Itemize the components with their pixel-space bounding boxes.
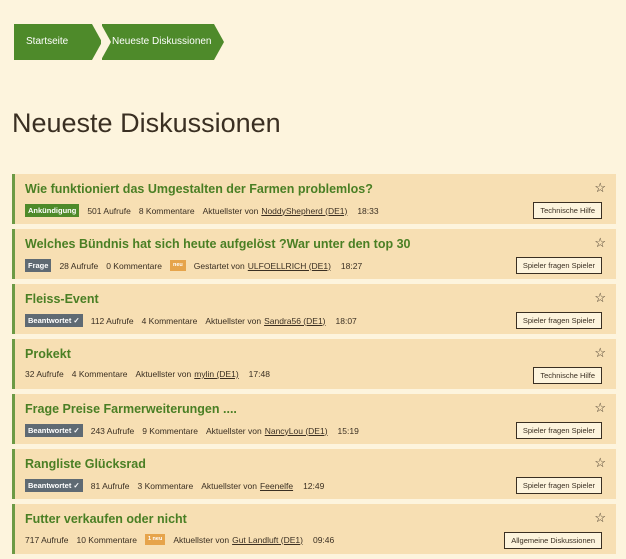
timestamp: 18:33 [357,205,379,216]
timestamp: 15:19 [337,425,359,436]
discussion-meta: 717 Aufrufe 10 Kommentare 1 neu Aktuells… [25,534,342,545]
view-count: 28 Aufrufe [59,260,99,271]
user-link[interactable]: NancyLou (DE1) [265,426,328,436]
comment-count: 3 Kommentare [137,480,194,491]
discussion-meta: 32 Aufrufe 4 Kommentare Aktuellster von … [25,369,278,379]
discussion-list: Wie funktioniert das Umgestalten der Far… [12,174,616,559]
star-outline-icon[interactable]: ☆ [594,180,606,196]
discussion-item: Fleiss-Event ☆ Beantwortet ✓ 112 Aufrufe… [12,284,616,334]
view-count: 112 Aufrufe [90,315,134,326]
breadcrumb-current: Neueste Diskussionen [101,24,224,60]
discussion-title-link[interactable]: Welches Bündnis hat sich heute aufgelöst… [25,237,410,251]
discussion-item: Prokekt ☆ 32 Aufrufe 4 Kommentare Aktuel… [12,339,616,389]
comment-count: 10 Kommentare [76,534,137,545]
comment-count: 0 Kommentare [106,260,162,271]
category-button[interactable]: Technische Hilfe [533,367,602,384]
discussion-item: Wie funktioniert das Umgestalten der Far… [12,174,616,224]
discussion-meta: Ankündigung 501 Aufrufe 8 Kommentare Akt… [25,204,387,217]
user-link[interactable]: Gut Landluft (DE1) [232,535,303,545]
timestamp: 18:07 [335,315,357,326]
user-link[interactable]: mylin (DE1) [194,369,238,379]
status-badge: Frage [25,259,52,272]
last-action-label: Aktuellster von [173,534,230,545]
timestamp: 12:49 [303,480,325,491]
discussion-meta: Beantwortet ✓ 81 Aufrufe 3 Kommentare Ak… [25,479,332,492]
category-button[interactable]: Spieler fragen Spieler [515,477,602,494]
view-count: 243 Aufrufe [90,425,135,436]
new-badge: 1 neu [144,534,166,545]
discussion-title-link[interactable]: Frage Preise Farmerweiterungen .... [25,402,237,416]
timestamp: 09:46 [312,534,335,545]
new-badge: neu [169,260,186,271]
discussion-meta: Frage 28 Aufrufe 0 Kommentare neu Gestar… [25,259,370,272]
discussion-title-link[interactable]: Rangliste Glücksrad [25,457,146,471]
last-action-label: Aktuellster von [205,315,262,326]
status-badge: Ankündigung [25,204,80,217]
last-action-label: Aktuellster von [135,369,192,379]
view-count: 501 Aufrufe [87,205,131,216]
category-button[interactable]: Allgemeine Diskussionen [504,532,602,549]
status-badge: Beantwortet ✓ [25,479,83,492]
user-link[interactable]: NoddyShepherd (DE1) [261,206,347,216]
star-outline-icon[interactable]: ☆ [594,290,606,306]
discussion-meta: Beantwortet ✓ 243 Aufrufe 9 Kommentare A… [25,424,367,437]
last-action-label: Aktuellster von [202,205,259,216]
discussion-item: Futter verkaufen oder nicht ☆ 717 Aufruf… [12,504,616,554]
star-outline-icon[interactable]: ☆ [594,510,606,526]
status-badge: Beantwortet ✓ [25,424,83,437]
discussion-item: Frage Preise Farmerweiterungen .... ☆ Be… [12,394,616,444]
discussion-item: Welches Bündnis hat sich heute aufgelöst… [12,229,616,279]
star-outline-icon[interactable]: ☆ [594,455,606,471]
category-button[interactable]: Spieler fragen Spieler [515,422,602,439]
star-outline-icon[interactable]: ☆ [594,235,606,251]
discussion-title-link[interactable]: Wie funktioniert das Umgestalten der Far… [25,182,373,196]
last-action-label: Aktuellster von [205,425,262,436]
timestamp: 18:27 [340,260,363,271]
breadcrumb: Startseite Neueste Diskussionen [14,24,224,60]
comment-count: 9 Kommentare [142,425,198,436]
category-button[interactable]: Spieler fragen Spieler [515,312,602,329]
last-action-label: Aktuellster von [201,480,257,491]
user-link[interactable]: Feenelfe [260,481,293,491]
comment-count: 8 Kommentare [138,205,195,216]
user-link[interactable]: ULFOELLRICH (DE1) [248,261,331,271]
user-link[interactable]: Sandra56 (DE1) [264,316,325,326]
view-count: 32 Aufrufe [25,369,64,379]
view-count: 717 Aufrufe [25,534,69,545]
status-badge: Beantwortet ✓ [25,314,83,327]
view-count: 81 Aufrufe [90,480,130,491]
star-outline-icon[interactable]: ☆ [594,400,606,416]
discussion-title-link[interactable]: Prokekt [25,347,71,361]
discussion-title-link[interactable]: Fleiss-Event [25,292,99,306]
discussion-item: Rangliste Glücksrad ☆ Beantwortet ✓ 81 A… [12,449,616,499]
breadcrumb-home-link[interactable]: Startseite [14,24,103,60]
category-button[interactable]: Technische Hilfe [533,202,602,219]
last-action-label: Gestartet von [193,260,245,271]
timestamp: 17:48 [248,369,270,379]
page-title: Neueste Diskussionen [12,108,281,138]
comment-count: 4 Kommentare [141,315,198,326]
comment-count: 4 Kommentare [71,369,128,379]
category-button[interactable]: Spieler fragen Spieler [515,257,602,274]
star-outline-icon[interactable]: ☆ [594,345,606,361]
discussion-meta: Beantwortet ✓ 112 Aufrufe 4 Kommentare A… [25,314,365,327]
discussion-title-link[interactable]: Futter verkaufen oder nicht [25,512,187,526]
